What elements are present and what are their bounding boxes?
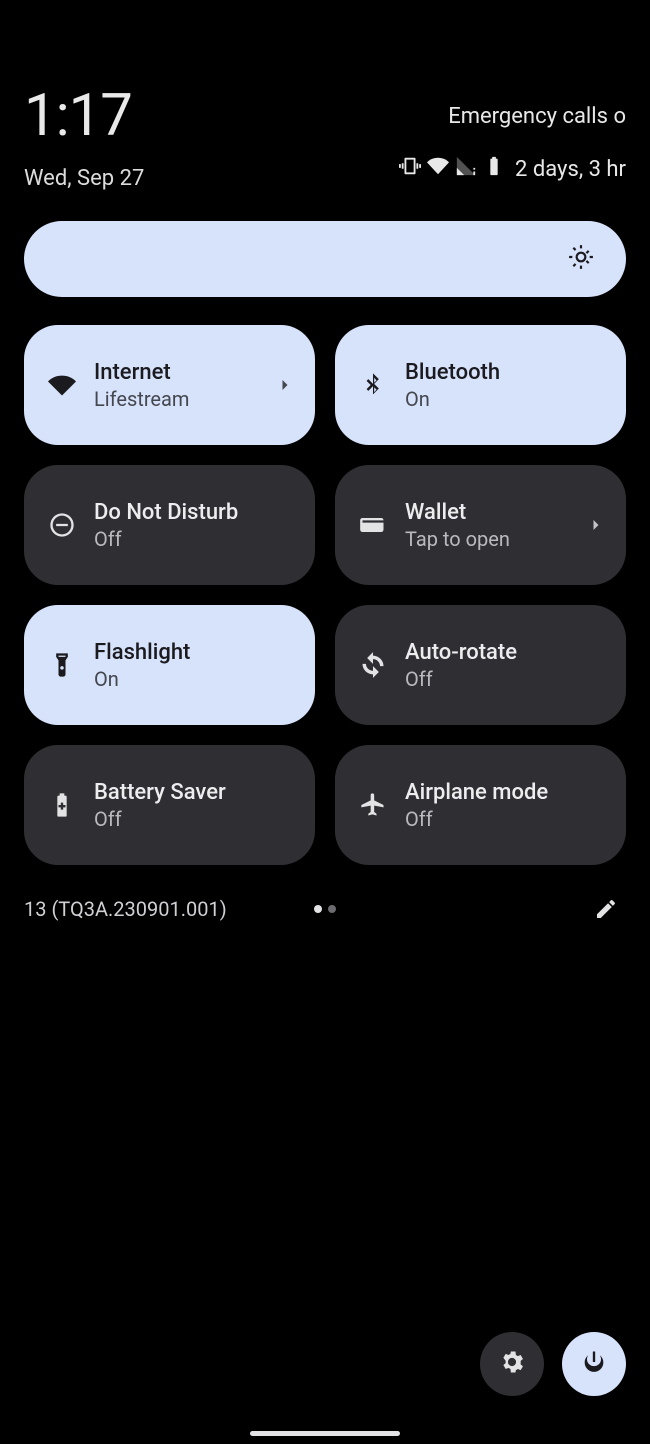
tile-subtitle: Off <box>405 807 548 831</box>
clock-time: 1:17 <box>24 82 144 150</box>
tile-internet[interactable]: Internet Lifestream <box>24 325 315 445</box>
autorotate-icon <box>359 651 387 679</box>
wallet-icon <box>359 511 387 539</box>
tile-bluetooth[interactable]: Bluetooth On <box>335 325 626 445</box>
tile-title: Wallet <box>405 500 510 525</box>
flashlight-icon <box>48 651 76 679</box>
tile-title: Auto-rotate <box>405 640 517 665</box>
clock-date: Wed, Sep 27 <box>24 166 144 191</box>
airplane-icon <box>359 791 387 819</box>
tile-subtitle: Tap to open <box>405 527 510 551</box>
tile-wallet[interactable]: Wallet Tap to open <box>335 465 626 585</box>
power-icon <box>580 1348 608 1380</box>
tile-battery-saver[interactable]: Battery Saver Off <box>24 745 315 865</box>
gear-icon <box>498 1348 526 1380</box>
emergency-call-text: Emergency calls o <box>399 104 626 129</box>
tile-subtitle: Off <box>94 527 238 551</box>
page-indicator <box>314 905 336 913</box>
chevron-right-icon <box>275 375 295 395</box>
tile-subtitle: On <box>405 387 500 411</box>
signal-icon <box>455 155 477 183</box>
tile-title: Internet <box>94 360 189 385</box>
tile-title: Battery Saver <box>94 780 226 805</box>
battery-saver-icon <box>48 791 76 819</box>
tile-subtitle: Lifestream <box>94 387 189 411</box>
dnd-icon <box>48 511 76 539</box>
tile-subtitle: On <box>94 667 190 691</box>
page-dot <box>328 905 336 913</box>
brightness-slider[interactable] <box>24 221 626 297</box>
settings-button[interactable] <box>480 1332 544 1396</box>
tile-title: Do Not Disturb <box>94 500 238 525</box>
power-button[interactable] <box>562 1332 626 1396</box>
tile-title: Flashlight <box>94 640 190 665</box>
build-text: 13 (TQ3A.230901.001) <box>24 897 227 921</box>
battery-estimate-text: 2 days, 3 hr <box>515 157 626 182</box>
tile-subtitle: Off <box>94 807 226 831</box>
brightness-icon <box>568 244 594 274</box>
tile-autorotate[interactable]: Auto-rotate Off <box>335 605 626 725</box>
chevron-right-icon <box>586 515 606 535</box>
tile-subtitle: Off <box>405 667 517 691</box>
tile-dnd[interactable]: Do Not Disturb Off <box>24 465 315 585</box>
wifi-icon <box>48 371 76 399</box>
edit-tiles-button[interactable] <box>586 889 626 929</box>
tile-title: Bluetooth <box>405 360 500 385</box>
qs-tiles: Internet Lifestream Bluetooth On Do Not … <box>24 325 626 865</box>
vibrate-icon <box>399 155 421 183</box>
bluetooth-icon <box>359 371 387 399</box>
nav-bar-handle[interactable] <box>250 1431 400 1436</box>
wifi-icon <box>427 155 449 183</box>
tile-title: Airplane mode <box>405 780 548 805</box>
page-dot <box>314 905 322 913</box>
tile-flashlight[interactable]: Flashlight On <box>24 605 315 725</box>
tile-airplane[interactable]: Airplane mode Off <box>335 745 626 865</box>
battery-icon <box>483 155 505 183</box>
